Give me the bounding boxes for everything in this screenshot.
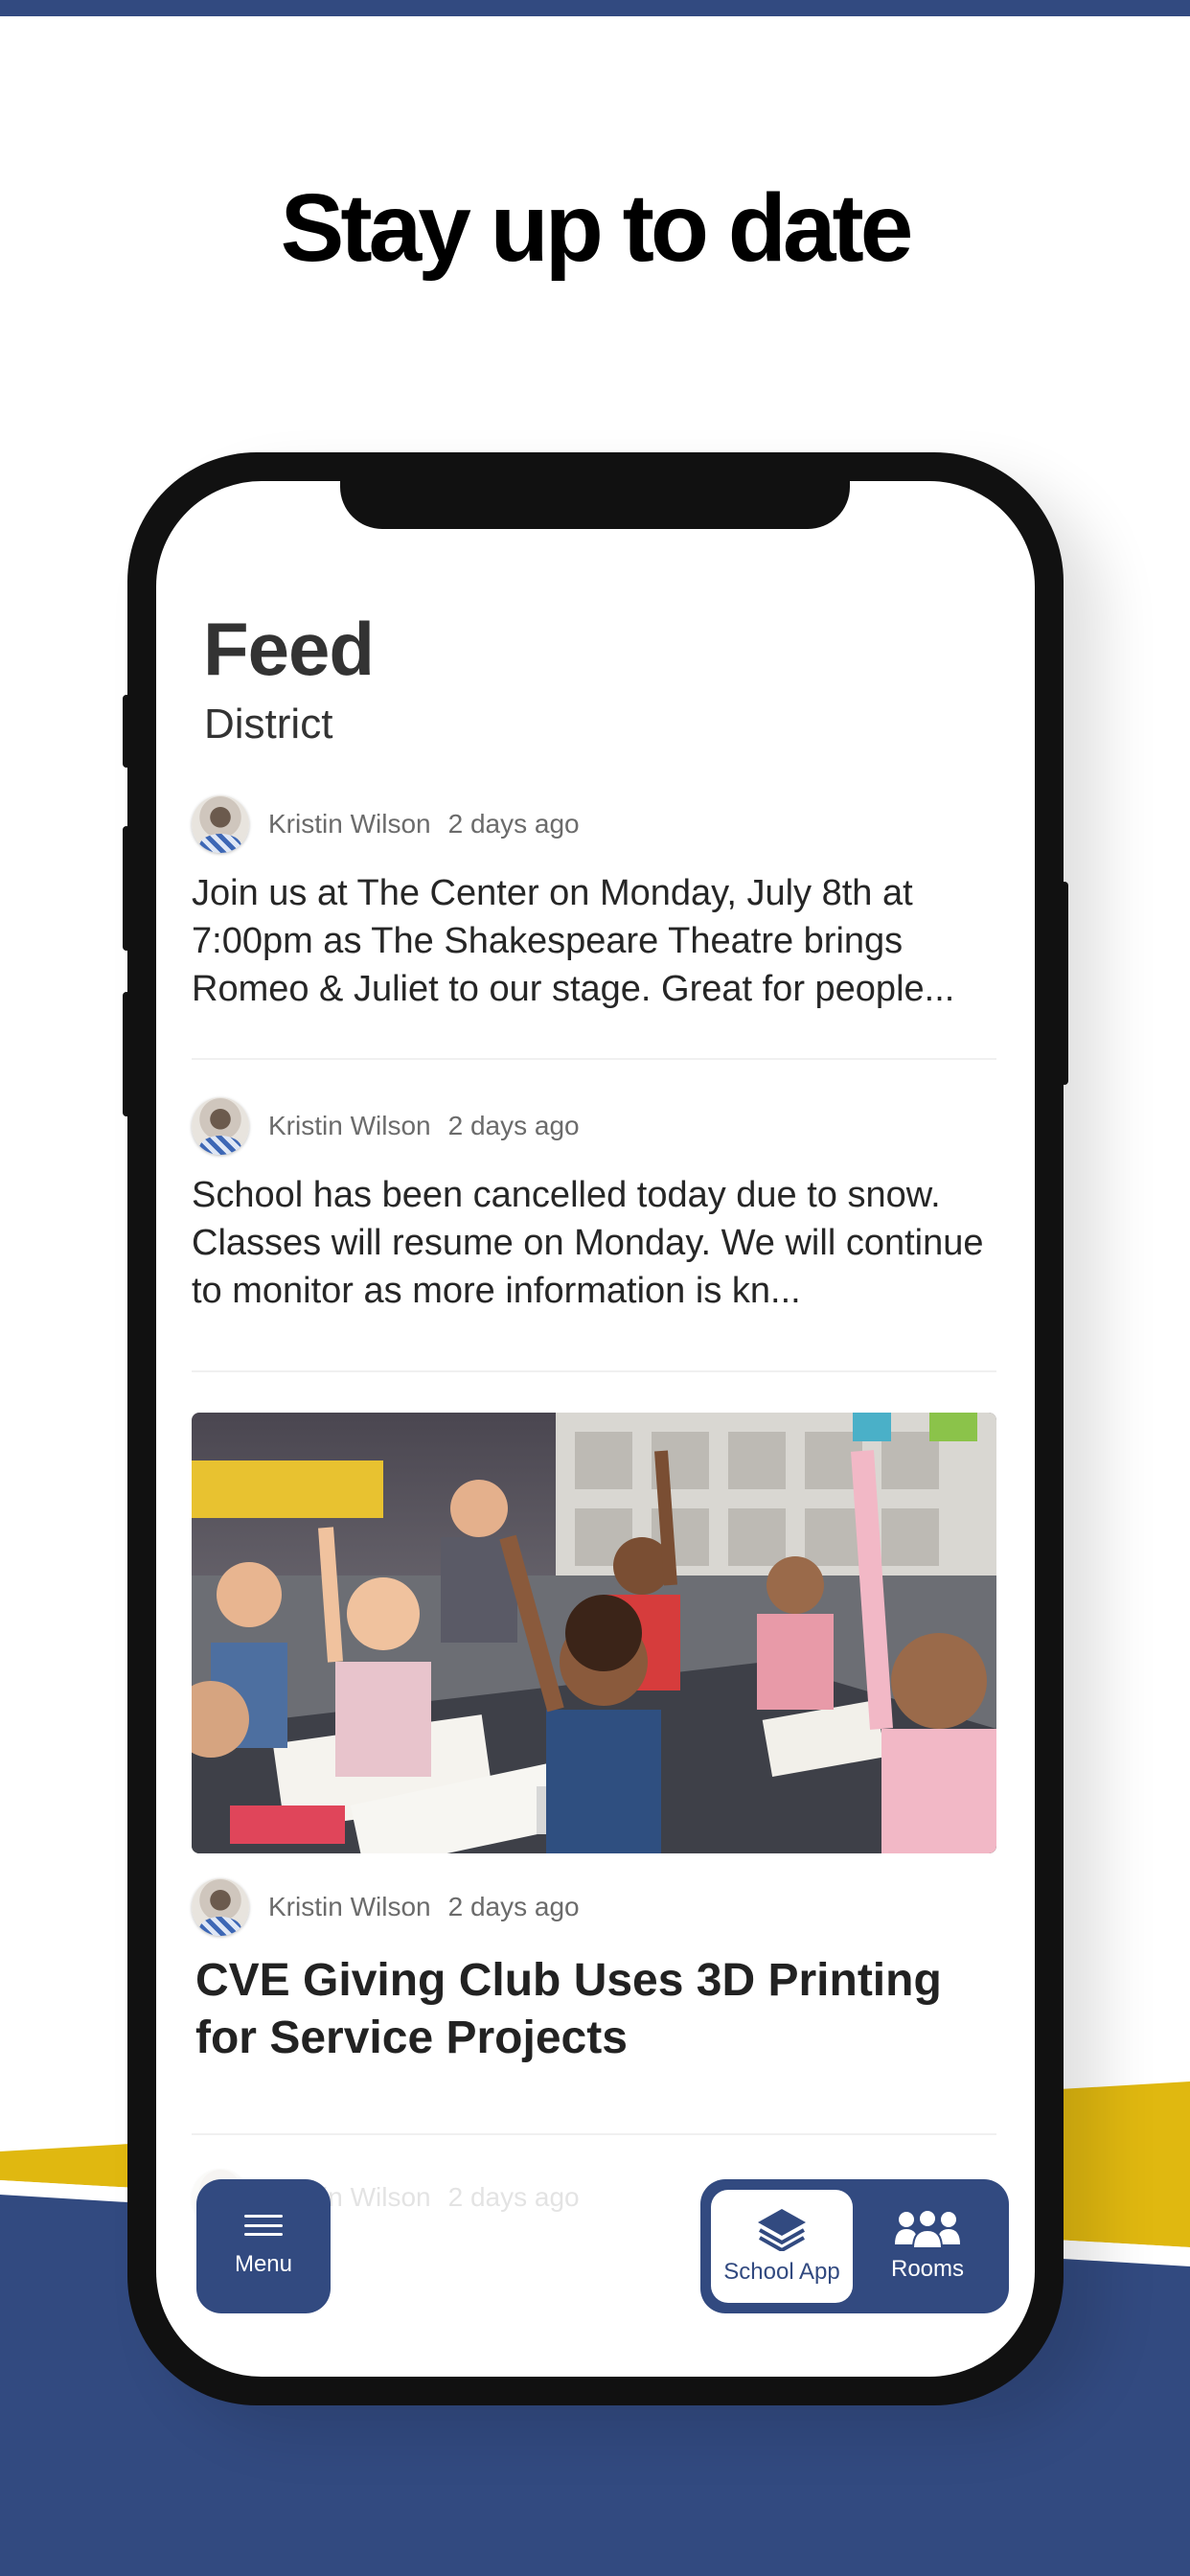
- phone-volume-down: [123, 992, 130, 1116]
- phone-volume-up: [123, 826, 130, 951]
- phone-mute-switch: [123, 695, 130, 768]
- author-name: Kristin Wilson: [268, 1111, 431, 1140]
- feed-post[interactable]: Kristin Wilson 2 days ago Join us at The…: [192, 794, 996, 1013]
- post-body: School has been cancelled today due to s…: [192, 1175, 984, 1311]
- tab-bar: School App Rooms: [700, 2179, 1009, 2313]
- phone-notch: [340, 481, 850, 529]
- author-avatar: [192, 1097, 249, 1155]
- hamburger-icon: [244, 2215, 283, 2236]
- post-meta: Kristin Wilson 2 days ago: [192, 1877, 996, 1937]
- page-title: Feed: [203, 607, 375, 691]
- post-time: 2 days ago: [447, 2182, 580, 2212]
- author-avatar: [192, 795, 249, 853]
- tab-label: Rooms: [890, 2256, 965, 2282]
- post-meta: Kristin Wilson 2 days ago: [192, 794, 996, 854]
- tab-rooms[interactable]: Rooms: [857, 2190, 998, 2303]
- menu-label: Menu: [234, 2251, 293, 2277]
- post-time: 2 days ago: [447, 809, 580, 839]
- feed-post[interactable]: Kristin Wilson 2 days ago School has bee…: [192, 1096, 996, 1315]
- tab-school-app[interactable]: School App: [711, 2190, 853, 2303]
- phone-power-button: [1061, 882, 1068, 1085]
- author-name: Kristin Wilson: [268, 809, 431, 839]
- classroom-photo: [192, 1413, 996, 1853]
- page-subtitle: District: [204, 701, 333, 748]
- menu-button[interactable]: Menu: [196, 2179, 331, 2313]
- people-group-icon: [895, 2210, 960, 2248]
- post-time: 2 days ago: [447, 1111, 580, 1140]
- marketing-headline: Stay up to date: [280, 174, 914, 282]
- author-name: Kristin Wilson: [268, 1892, 431, 1921]
- tab-label: School App: [723, 2259, 840, 2285]
- post-time: 2 days ago: [447, 1892, 580, 1921]
- post-divider: [192, 1370, 996, 1372]
- post-divider: [192, 2133, 996, 2135]
- post-body: Join us at The Center on Monday, July 8t…: [192, 873, 955, 1009]
- phone-frame: Feed District Kristin Wilson 2 days ago …: [123, 452, 1068, 2405]
- layers-icon: [758, 2209, 806, 2251]
- author-avatar: [192, 1878, 249, 1936]
- post-meta: Kristin Wilson 2 days ago: [192, 1096, 996, 1156]
- app-screen: Feed District Kristin Wilson 2 days ago …: [156, 481, 1035, 2377]
- top-brand-bar: [0, 0, 1190, 16]
- post-image[interactable]: [192, 1413, 996, 1853]
- post-title: CVE Giving Club Uses 3D Printing for Ser…: [195, 1955, 942, 2063]
- post-divider: [192, 1058, 996, 1060]
- feed-post[interactable]: Kristin Wilson 2 days ago CVE Giving Clu…: [192, 1877, 996, 2067]
